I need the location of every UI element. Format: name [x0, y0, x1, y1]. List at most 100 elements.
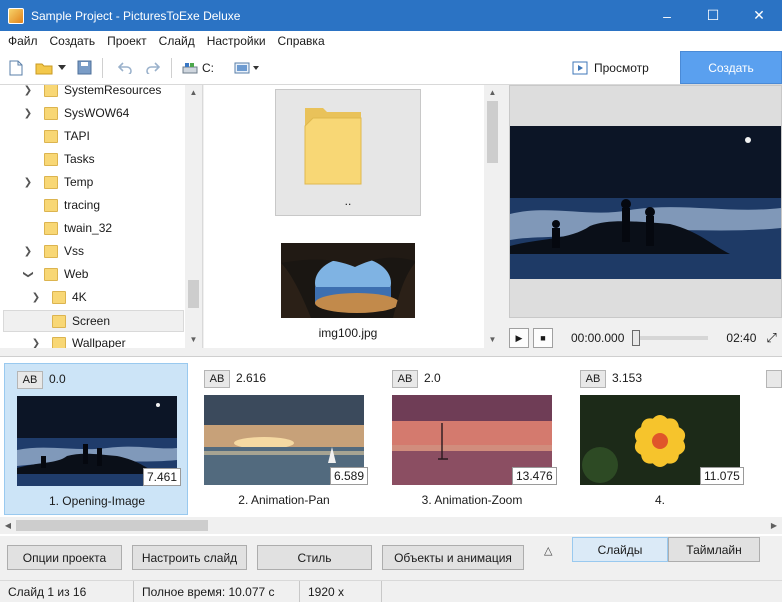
stop-icon[interactable]: ■ — [533, 328, 553, 348]
save-icon[interactable] — [72, 56, 96, 80]
tree-item-label: Web — [64, 267, 89, 281]
collapse-arrow-icon[interactable]: △ — [544, 544, 552, 557]
tree-item-systemresources[interactable]: ❯ SystemResources — [22, 85, 202, 101]
chevron-right-icon[interactable]: ❯ — [22, 85, 34, 96]
menu-bar: Файл Создать Проект Слайд Настройки Спра… — [0, 31, 782, 51]
menu-settings[interactable]: Настройки — [201, 31, 272, 51]
menu-slide[interactable]: Слайд — [153, 31, 201, 51]
tree-item-label: twain_32 — [64, 221, 113, 235]
transition-badge[interactable]: AB — [392, 370, 418, 388]
scroll-right-icon[interactable]: ▶ — [766, 517, 782, 534]
undo-icon[interactable] — [113, 56, 137, 80]
fullscreen-icon[interactable]: ⤢ — [766, 330, 776, 346]
folder-icon — [52, 314, 66, 328]
slide-card[interactable]: AB 2.0 13.476 3. Animation-Zoom — [380, 363, 564, 515]
chevron-right-icon[interactable]: ❯ — [22, 108, 34, 119]
new-file-icon[interactable] — [4, 56, 28, 80]
tree-item-vss[interactable]: ❯ Vss — [22, 240, 202, 262]
preview-button[interactable]: Просмотр — [572, 56, 649, 80]
tree-item-tapi[interactable]: TAPI — [44, 125, 202, 147]
duration: 02:40 — [726, 331, 757, 345]
scroll-down-icon[interactable]: ▼ — [484, 332, 501, 348]
status-total-time: Полное время: 10.077 с — [134, 580, 300, 602]
tab-timeline[interactable]: Таймлайн — [668, 537, 760, 562]
strip-scrollbar[interactable]: ◀ ▶ — [0, 517, 782, 534]
chevron-right-icon[interactable]: ❯ — [30, 338, 42, 349]
slide-delay: 0.0 — [49, 372, 66, 386]
folder-tree: ❯ SystemResources ❯ SysWOW64 TAPI Tasks … — [0, 85, 203, 348]
scroll-thumb[interactable] — [188, 280, 199, 308]
chevron-down-icon[interactable]: ❯ — [23, 268, 34, 280]
slide-caption: 1. Opening-Image — [48, 494, 146, 508]
slide-delay: 2.0 — [424, 371, 441, 385]
folder-icon — [44, 221, 58, 235]
window-title: Sample Project - PicturesToExe Deluxe — [31, 8, 241, 23]
scroll-up-icon[interactable]: ▲ — [185, 85, 202, 101]
project-options-button[interactable]: Опции проекта — [7, 545, 122, 570]
menu-file[interactable]: Файл — [2, 31, 44, 51]
tree-item-label: Screen — [72, 314, 111, 328]
objects-animation-button[interactable]: Объекты и анимация — [382, 545, 524, 570]
title-bar: Sample Project - PicturesToExe Deluxe – … — [0, 0, 782, 31]
seek-slider[interactable] — [632, 330, 709, 346]
transition-badge[interactable]: AB — [204, 370, 230, 388]
player-controls: ▶ ■ 00:00.000 02:40 ⤢ — [509, 326, 782, 350]
tree-item-tracing[interactable]: tracing — [44, 194, 202, 216]
tree-scrollbar[interactable]: ▲ ▼ — [185, 85, 202, 348]
image-thumbnail[interactable] — [281, 243, 415, 318]
redo-icon[interactable] — [141, 56, 165, 80]
tree-item-label: TAPI — [64, 129, 90, 143]
slide-card[interactable]: AB 2.616 6.589 2. Animation-Pan — [192, 363, 376, 515]
tree-item-wallpaper[interactable]: ❯ Wallpaper — [30, 332, 184, 348]
tree-item-web[interactable]: ❯ Web — [22, 263, 202, 285]
chevron-right-icon[interactable]: ❯ — [30, 292, 42, 303]
tree-item-temp[interactable]: ❯ Temp — [22, 171, 202, 193]
tree-item-screen[interactable]: Screen — [3, 310, 184, 332]
tree-item-4k[interactable]: ❯ 4K — [30, 286, 184, 308]
transition-badge[interactable]: AB — [17, 371, 43, 389]
drive-selector[interactable]: C: — [182, 61, 214, 75]
scroll-thumb[interactable] — [487, 101, 498, 163]
menu-project[interactable]: Проект — [101, 31, 153, 51]
tab-slides[interactable]: Слайды — [572, 537, 668, 562]
preview-panel — [509, 85, 782, 318]
view-mode-icon[interactable] — [232, 56, 262, 80]
create-button[interactable]: Создать — [680, 51, 782, 84]
chevron-right-icon[interactable]: ❯ — [22, 246, 34, 257]
folder-icon — [52, 336, 66, 348]
minimize-button[interactable]: – — [644, 0, 690, 31]
files-scrollbar[interactable]: ▲ ▼ — [484, 85, 501, 348]
tree-item-tasks[interactable]: Tasks — [44, 148, 202, 170]
maximize-button[interactable]: ☐ — [690, 0, 736, 31]
open-dropdown-icon[interactable] — [56, 56, 68, 80]
scroll-down-icon[interactable]: ▼ — [185, 332, 202, 348]
chevron-right-icon[interactable]: ❯ — [22, 177, 34, 188]
close-button[interactable]: ✕ — [736, 0, 782, 31]
tree-item-twain32[interactable]: twain_32 — [44, 217, 202, 239]
tree-item-label: tracing — [64, 198, 101, 212]
file-name: .. — [344, 194, 352, 208]
cave-photo — [281, 243, 415, 318]
play-icon[interactable]: ▶ — [509, 328, 529, 348]
slide-card[interactable]: AB 3.153 11.075 4. — [568, 363, 752, 515]
tree-item-syswow64[interactable]: ❯ SysWOW64 — [22, 102, 202, 124]
folder-icon — [44, 175, 58, 189]
menu-help[interactable]: Справка — [272, 31, 331, 51]
transition-badge[interactable]: AB — [580, 370, 606, 388]
toolbar-separator — [102, 57, 103, 78]
menu-create[interactable]: Создать — [44, 31, 102, 51]
toolbar: C: Просмотр Создать — [0, 51, 782, 85]
slide-card[interactable]: AB 0.0 7.461 1. Opening-Image — [4, 363, 188, 515]
open-folder-icon[interactable] — [32, 56, 56, 80]
seek-knob[interactable] — [632, 330, 641, 346]
status-slide-info: Слайд 1 из 16 — [0, 580, 134, 602]
scroll-thumb[interactable] — [16, 520, 208, 531]
folder-icon — [44, 129, 58, 143]
parent-folder-tile[interactable]: .. — [275, 89, 421, 216]
scroll-up-icon[interactable]: ▲ — [484, 85, 501, 101]
style-button[interactable]: Стиль — [257, 545, 372, 570]
slide-options-button[interactable]: Настроить слайд — [132, 545, 247, 570]
transition-badge-partial[interactable] — [766, 370, 782, 388]
app-icon — [8, 7, 24, 24]
scroll-left-icon[interactable]: ◀ — [0, 517, 16, 534]
